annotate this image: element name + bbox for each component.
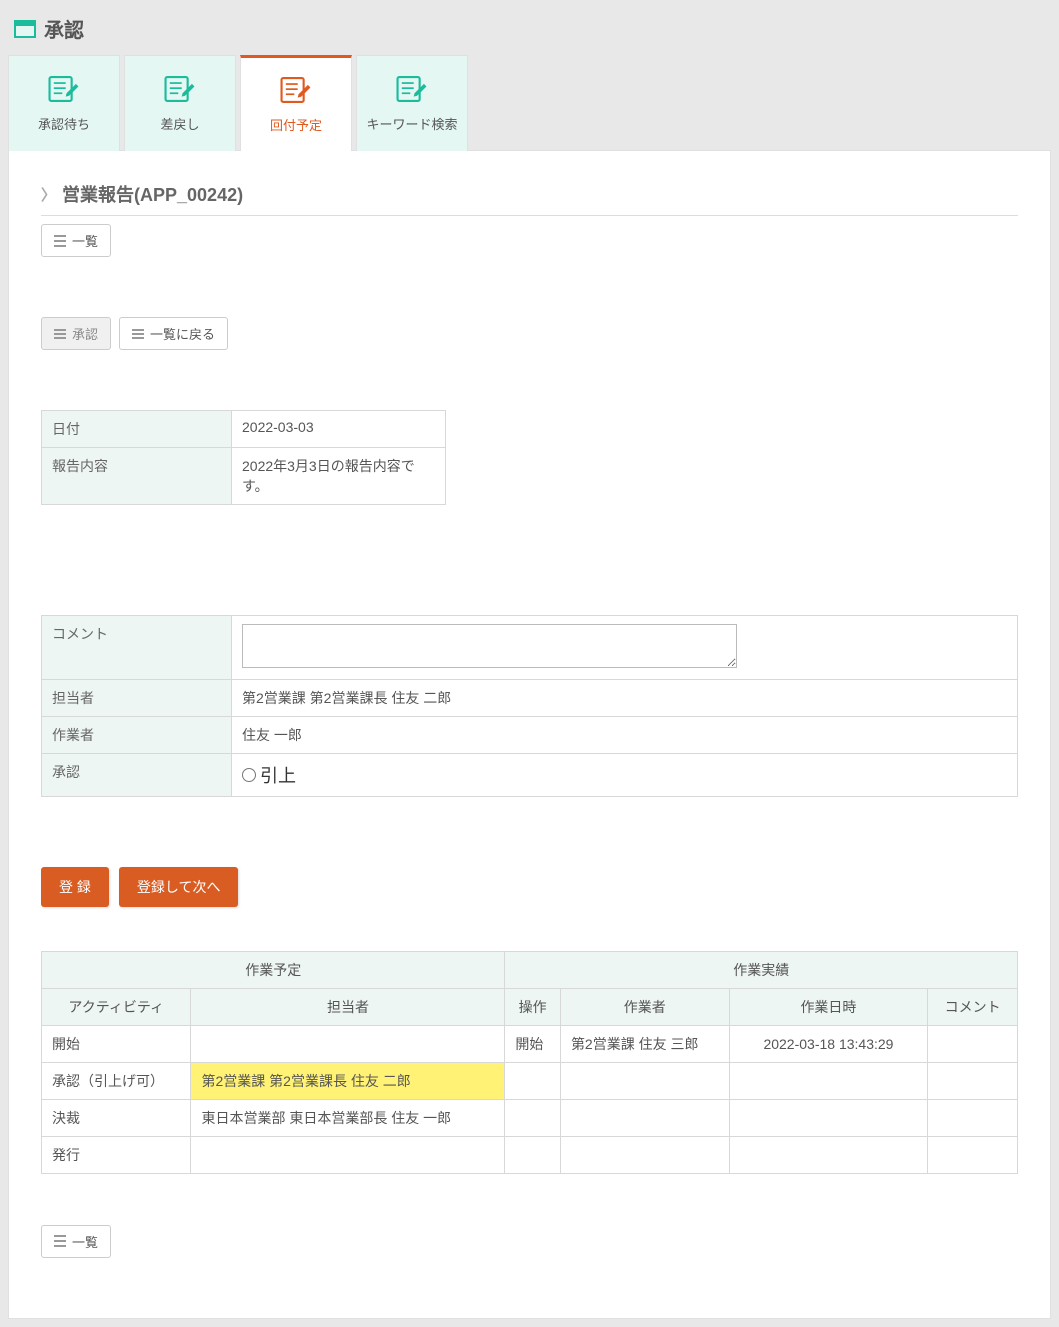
edit-icon — [279, 75, 313, 105]
list-icon — [54, 1235, 66, 1247]
tabs: 承認待ち 差戻し 回付予定 キーワード検索 — [8, 55, 1051, 151]
button-label: 一覧 — [72, 1232, 98, 1251]
tab-label: 承認待ち — [38, 114, 90, 133]
sched-assignee: 第2営業課 第2営業課長 住友 二郎 — [191, 1063, 505, 1100]
sched-datetime — [729, 1063, 928, 1100]
register-next-button[interactable]: 登録して次へ — [119, 867, 239, 907]
section-title-row: 〉 営業報告(APP_00242) — [41, 181, 1018, 216]
sched-op: 開始 — [505, 1026, 561, 1063]
assignee-value: 第2営業課 第2営業課長 住友 二郎 — [232, 680, 1018, 717]
edit-icon — [395, 74, 429, 104]
tab-rejected[interactable]: 差戻し — [124, 55, 236, 151]
tab-label: 差戻し — [160, 114, 199, 133]
sched-datetime — [729, 1100, 928, 1137]
tab-circulation-scheduled[interactable]: 回付予定 — [240, 55, 352, 151]
sched-activity: 決裁 — [42, 1100, 191, 1137]
col-comment: コメント — [928, 989, 1018, 1026]
page-title: 承認 — [44, 14, 84, 43]
col-group-plan: 作業予定 — [42, 952, 505, 989]
approval-radio[interactable] — [242, 768, 256, 782]
comment-label: コメント — [42, 616, 232, 680]
schedule-table: 作業予定 作業実績 アクティビティ 担当者 操作 作業者 作業日時 コメント 開… — [41, 951, 1018, 1174]
sched-activity: 承認（引上げ可） — [42, 1063, 191, 1100]
assignee-label: 担当者 — [42, 680, 232, 717]
sched-activity: 発行 — [42, 1137, 191, 1174]
sched-op — [505, 1063, 561, 1100]
sched-datetime: 2022-03-18 13:43:29 — [729, 1026, 928, 1063]
sched-comment — [928, 1063, 1018, 1100]
sched-assignee — [191, 1137, 505, 1174]
page-header: 承認 — [8, 8, 1051, 55]
edit-icon — [47, 74, 81, 104]
detail-table: 日付 2022-03-03 報告内容 2022年3月3日の報告内容です。 — [41, 410, 446, 505]
content-label: 報告内容 — [42, 448, 232, 505]
col-worker: 作業者 — [560, 989, 729, 1026]
tab-label: 回付予定 — [270, 115, 322, 134]
date-label: 日付 — [42, 411, 232, 448]
chevron-right-icon: 〉 — [41, 184, 56, 205]
col-op: 操作 — [505, 989, 561, 1026]
list-button[interactable]: 一覧 — [41, 224, 111, 257]
date-value: 2022-03-03 — [232, 411, 446, 448]
worker-value: 住友 一郎 — [232, 717, 1018, 754]
sched-assignee — [191, 1026, 505, 1063]
sched-datetime — [729, 1137, 928, 1174]
approve-button[interactable]: 承認 — [41, 317, 111, 350]
sched-worker — [560, 1100, 729, 1137]
col-datetime: 作業日時 — [729, 989, 928, 1026]
sched-worker: 第2営業課 住友 三郎 — [560, 1026, 729, 1063]
col-group-actual: 作業実績 — [505, 952, 1018, 989]
checklist-icon — [132, 329, 144, 339]
sched-worker — [560, 1137, 729, 1174]
register-button[interactable]: 登 録 — [41, 867, 109, 907]
sched-op — [505, 1137, 561, 1174]
sched-activity: 開始 — [42, 1026, 191, 1063]
list-icon — [54, 235, 66, 247]
sched-assignee: 東日本営業部 東日本営業部長 住友 一郎 — [191, 1100, 505, 1137]
approval-label: 承認 — [42, 754, 232, 797]
sched-comment — [928, 1137, 1018, 1174]
list-button-bottom[interactable]: 一覧 — [41, 1225, 111, 1258]
edit-icon — [163, 74, 197, 104]
worker-label: 作業者 — [42, 717, 232, 754]
content-value: 2022年3月3日の報告内容です。 — [232, 448, 446, 505]
content: 〉 営業報告(APP_00242) 一覧 承認 一覧に戻る 日付 2022-03… — [8, 150, 1051, 1319]
checklist-icon — [54, 329, 66, 339]
approval-radio-row[interactable]: 引上 — [242, 762, 1007, 788]
section-title: 営業報告(APP_00242) — [62, 181, 243, 207]
col-assignee: 担当者 — [191, 989, 505, 1026]
back-to-list-button[interactable]: 一覧に戻る — [119, 317, 228, 350]
sched-comment — [928, 1100, 1018, 1137]
comment-input[interactable] — [242, 624, 737, 668]
button-label: 一覧 — [72, 231, 98, 250]
tab-approval-pending[interactable]: 承認待ち — [8, 55, 120, 151]
tab-label: キーワード検索 — [366, 114, 457, 133]
approval-form: コメント 担当者 第2営業課 第2営業課長 住友 二郎 作業者 住友 一郎 承認… — [41, 615, 1018, 797]
sched-comment — [928, 1026, 1018, 1063]
button-label: 承認 — [72, 324, 98, 343]
sched-op — [505, 1100, 561, 1137]
window-icon — [14, 20, 36, 38]
tab-keyword-search[interactable]: キーワード検索 — [356, 55, 468, 151]
approval-option-label: 引上 — [260, 762, 296, 788]
button-label: 一覧に戻る — [150, 324, 215, 343]
sched-worker — [560, 1063, 729, 1100]
col-activity: アクティビティ — [42, 989, 191, 1026]
